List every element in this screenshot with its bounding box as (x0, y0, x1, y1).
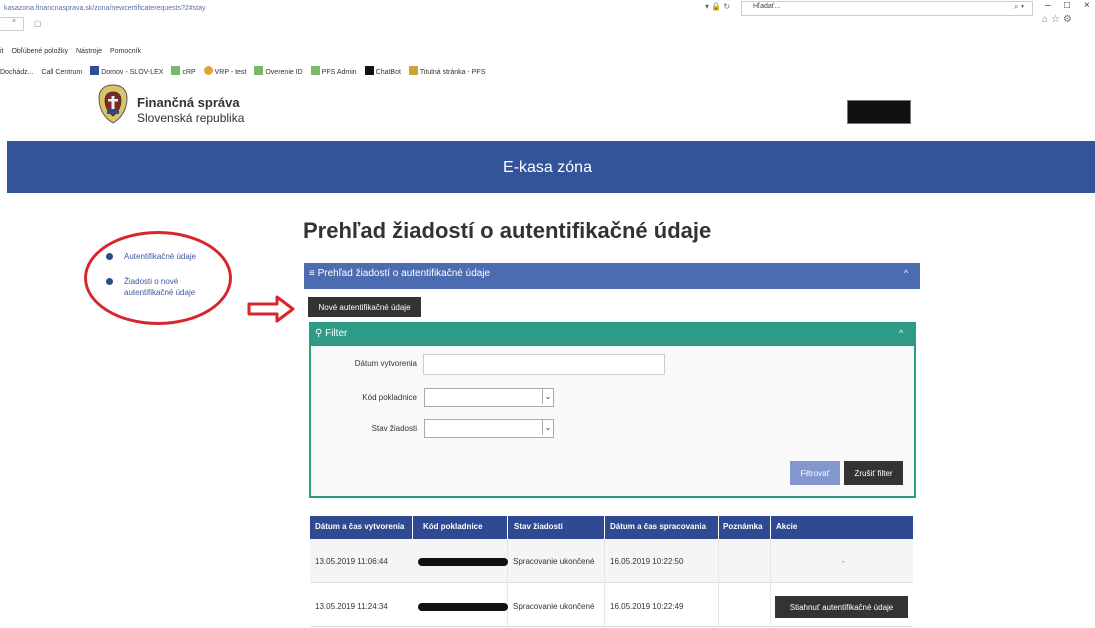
favorite-link[interactable]: VRP - test (203, 66, 246, 76)
favorites-bar: Dochádz... Call Centrum Domov - SLOV-LEX… (0, 66, 491, 76)
crest-icon (408, 66, 418, 75)
menu-favorites[interactable]: Obľúbené položky (11, 48, 68, 55)
column-header[interactable]: Kód pokladnice (423, 522, 483, 531)
cell-created: 13.05.2019 11:24:34 (315, 602, 388, 611)
chevron-down-icon[interactable]: ⌄ (542, 389, 553, 404)
browser-search-placeholder: Hľadať... (753, 3, 781, 10)
red-arrow-annotation (247, 295, 295, 323)
favorite-link[interactable]: PFS Admin (310, 66, 357, 76)
chevron-down-icon[interactable]: ⌄ (542, 420, 553, 435)
favorite-link[interactable]: Domov - SLOV-LEX (90, 66, 163, 76)
search-icon[interactable]: ⌕ ▾ (1014, 2, 1024, 12)
favorite-link[interactable]: Dochádz... (0, 69, 33, 76)
favorite-link[interactable]: Titulná stránka - PFS (408, 66, 485, 76)
page-icon (310, 66, 320, 75)
address-bar-controls[interactable]: ▾ 🔒 ↻ (705, 2, 730, 11)
cell-divider (604, 539, 605, 627)
favorite-link[interactable]: Call Centrum (41, 69, 82, 76)
address-bar-url[interactable]: kasazona.financnasprava.sk/zona/newcerti… (4, 5, 206, 12)
cell-state: Spracovanie ukončené (513, 602, 595, 611)
new-credentials-button[interactable]: Nové autentifikačné údaje (308, 297, 421, 317)
favorite-link[interactable]: ChatBot (364, 66, 401, 76)
new-tab-icon[interactable]: ▢ (34, 19, 42, 28)
column-divider (412, 516, 413, 539)
column-header[interactable]: Stav žiadosti (514, 522, 563, 531)
filter-title: ⚲ Filter (315, 328, 348, 339)
menu-tools[interactable]: Nástroje (76, 48, 102, 55)
menu-prefix[interactable]: it (0, 48, 4, 55)
clear-filter-button[interactable]: Zrušiť filter (844, 461, 903, 485)
cell-state: Spracovanie ukončené (513, 557, 595, 566)
cash-register-code-label: Kód pokladnice (362, 393, 417, 402)
page-icon (254, 66, 264, 75)
minimize-icon[interactable]: – (1045, 0, 1051, 11)
search-icon: ⚲ (315, 328, 323, 339)
banner-title: E-kasa zóna (503, 159, 592, 176)
brand-title: Finančná správa (137, 95, 240, 110)
column-divider (770, 516, 771, 539)
cash-register-code-select[interactable]: ⌄ (424, 388, 554, 407)
column-header[interactable]: Akcie (776, 522, 797, 531)
brand-subtitle: Slovenská republika (137, 111, 245, 125)
collapse-icon[interactable]: ^ (904, 268, 908, 278)
filter-button[interactable]: Filtrovať (790, 461, 840, 485)
bullet-icon (106, 278, 113, 285)
column-divider (718, 516, 719, 539)
favorite-link[interactable]: Overenie ID (254, 66, 303, 76)
filter-header[interactable] (311, 322, 914, 346)
column-divider (604, 516, 605, 539)
menu-help[interactable]: Pomocník (110, 48, 141, 55)
cell-divider (718, 539, 719, 627)
list-icon: ≡ (309, 268, 315, 279)
page-icon (203, 66, 213, 75)
browser-search-input[interactable] (741, 1, 1033, 16)
cell-created: 13.05.2019 11:06:44 (315, 557, 388, 566)
page-title: Prehľad žiadostí o autentifikačné údaje (303, 218, 712, 243)
date-created-input[interactable] (423, 354, 665, 375)
sidebar-item-ziadosti[interactable]: Žiadosti o nové autentifikačné údaje (124, 276, 195, 298)
bullet-icon (106, 253, 113, 260)
browser-toolbar-icons[interactable]: ⌂☆⚙ (1042, 14, 1075, 25)
page-icon (171, 66, 181, 75)
cell-processed: 16.05.2019 10:22:49 (610, 602, 684, 611)
redacted-user-info (847, 100, 911, 124)
sidebar-item-autentifikacne-udaje[interactable]: Autentifikačné údaje (124, 251, 196, 262)
favorite-link[interactable]: cRP (171, 66, 196, 76)
redacted-cash-code (418, 558, 508, 566)
download-credentials-button[interactable]: Stiahnuť autentifikačné údaje (775, 596, 908, 618)
cell-action: - (842, 557, 845, 566)
browser-menubar: it Obľúbené položky Nástroje Pomocník (0, 48, 147, 55)
redacted-cash-code (418, 603, 508, 611)
cell-divider (507, 539, 508, 627)
chatbot-icon (364, 66, 374, 75)
request-state-label: Stav žiadosti (371, 424, 417, 433)
slovlex-icon (90, 66, 100, 75)
cell-divider (770, 539, 771, 627)
cell-processed: 16.05.2019 10:22:50 (610, 557, 684, 566)
request-state-select[interactable]: ⌄ (424, 419, 554, 438)
date-created-label: Dátum vytvorenia (354, 359, 417, 368)
close-window-icon[interactable]: × (1084, 0, 1090, 11)
column-header[interactable]: Dátum a čas spracovania (610, 522, 706, 531)
column-divider (507, 516, 508, 539)
collapse-icon[interactable]: ^ (899, 328, 903, 338)
panel-title: ≡ Prehľad žiadostí o autentifikačné údaj… (309, 268, 491, 279)
financna-sprava-logo (98, 84, 128, 124)
close-tab-icon[interactable]: × (12, 18, 16, 25)
maximize-icon[interactable]: □ (1064, 0, 1070, 11)
column-header[interactable]: Dátum a čas vytvorenia (315, 522, 404, 531)
column-header[interactable]: Poznámka (723, 522, 763, 531)
